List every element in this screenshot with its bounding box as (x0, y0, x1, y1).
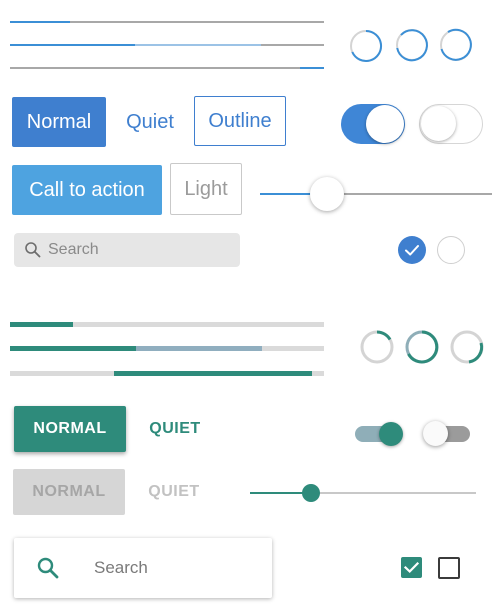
toggle-on[interactable] (341, 104, 405, 144)
slider-track[interactable] (260, 193, 492, 195)
search-icon (25, 242, 41, 258)
spinner-icon (440, 28, 472, 61)
check-icon (403, 561, 420, 574)
toggle-knob[interactable] (379, 422, 403, 446)
progress-bar-6-fill (114, 371, 312, 376)
progress-bar-2-buffer (135, 44, 261, 46)
progress-bar-3-fill (300, 67, 324, 69)
spinner-icon (396, 29, 428, 62)
checkbox-checked[interactable] (401, 557, 422, 578)
check-icon (405, 245, 419, 256)
progress-bar-5-buffer (136, 346, 262, 351)
slider-thumb[interactable] (302, 484, 320, 502)
progress-bar-1-fill (10, 21, 70, 23)
call-to-action-button[interactable]: Call to action (12, 165, 162, 215)
spinner-icon (450, 330, 484, 364)
progress-bar-2-fill (10, 44, 135, 46)
spinner-icon (350, 29, 383, 62)
checkbox-checked[interactable] (398, 236, 426, 264)
progress-bar-4 (10, 322, 324, 327)
search-input[interactable] (94, 538, 264, 598)
progress-bar-6 (10, 371, 324, 376)
toggle-knob (421, 106, 456, 141)
normal-button[interactable]: Normal (12, 97, 106, 147)
progress-bar-2 (10, 44, 324, 46)
slider-thumb[interactable] (310, 177, 344, 211)
progress-bar-1 (10, 21, 324, 23)
slider-track[interactable] (250, 492, 476, 494)
progress-bar-4-fill (10, 322, 73, 327)
progress-bar-3 (10, 67, 324, 69)
outline-button[interactable]: Outline (194, 96, 286, 146)
normal-button-disabled: NORMAL (13, 469, 125, 515)
search-input[interactable] (48, 233, 233, 267)
quiet-button[interactable]: QUIET (140, 406, 210, 452)
search-icon (37, 557, 59, 579)
spinner-icon (360, 330, 394, 364)
progress-bar-5 (10, 346, 324, 351)
spinner-icon (405, 330, 439, 364)
checkbox-unchecked[interactable] (437, 236, 465, 264)
quiet-button[interactable]: Quiet (116, 97, 184, 147)
normal-button[interactable]: NORMAL (14, 406, 126, 452)
search-field[interactable] (14, 233, 240, 267)
progress-bar-5-fill (10, 346, 136, 351)
search-field[interactable] (14, 538, 272, 598)
light-button[interactable]: Light (170, 163, 242, 215)
checkbox-unchecked[interactable] (438, 557, 460, 579)
toggle-knob[interactable] (423, 421, 448, 446)
quiet-button-disabled: QUIET (148, 483, 200, 500)
toggle-off[interactable] (419, 104, 483, 144)
toggle-knob (366, 105, 404, 143)
